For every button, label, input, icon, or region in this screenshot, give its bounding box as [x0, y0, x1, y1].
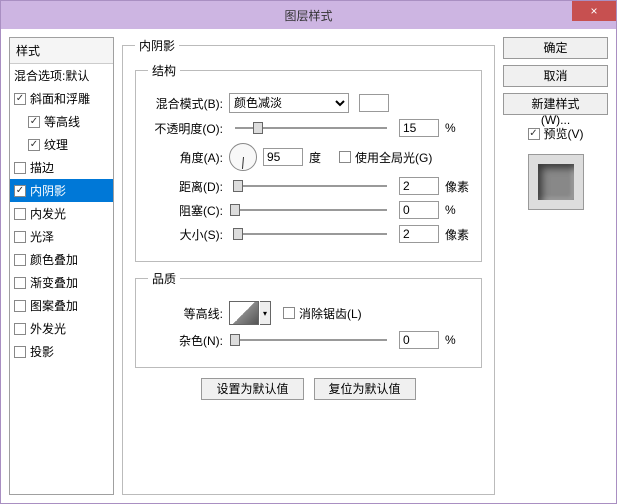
sidebar-item-label: 渐变叠加 — [30, 274, 78, 291]
contour-picker[interactable] — [229, 301, 259, 325]
color-swatch[interactable] — [359, 94, 389, 112]
sidebar-item[interactable]: 内发光 — [10, 202, 113, 225]
sidebar-item[interactable]: 渐变叠加 — [10, 271, 113, 294]
distance-input[interactable] — [399, 177, 439, 195]
right-column: 确定 取消 新建样式(W)... ✓ 预览(V) — [503, 37, 608, 495]
sidebar-item-label: 内发光 — [30, 205, 66, 222]
preview-label: 预览(V) — [544, 125, 584, 142]
size-unit: 像素 — [445, 226, 469, 243]
sidebar-item[interactable]: 光泽 — [10, 225, 113, 248]
sidebar-item[interactable]: 描边 — [10, 156, 113, 179]
noise-label: 杂色(N): — [148, 332, 223, 349]
checkbox-icon — [14, 346, 26, 358]
checkbox-icon — [14, 208, 26, 220]
checkbox-icon — [14, 300, 26, 312]
checkbox-icon — [14, 254, 26, 266]
opacity-unit: % — [445, 121, 469, 135]
inner-shadow-panel: 内阴影 结构 混合模式(B): 颜色减淡 不透明度(O): — [122, 37, 495, 495]
sidebar-item[interactable]: 图案叠加 — [10, 294, 113, 317]
new-style-button[interactable]: 新建样式(W)... — [503, 93, 608, 115]
antialias-checkbox[interactable]: 消除锯齿(L) — [283, 305, 362, 322]
sidebar-item-blend-options[interactable]: 混合选项:默认 — [10, 64, 113, 87]
size-slider[interactable] — [235, 226, 387, 242]
main-panel: 内阴影 结构 混合模式(B): 颜色减淡 不透明度(O): — [122, 37, 495, 495]
global-light-label: 使用全局光(G) — [355, 149, 432, 166]
sidebar-item-label: 光泽 — [30, 228, 54, 245]
checkbox-icon — [14, 277, 26, 289]
style-list-header: 样式 — [10, 38, 113, 64]
sidebar-item-label: 等高线 — [44, 113, 80, 130]
sidebar-item-label: 描边 — [30, 159, 54, 176]
sidebar-item-label: 外发光 — [30, 320, 66, 337]
ok-button[interactable]: 确定 — [503, 37, 608, 59]
checkbox-icon — [14, 162, 26, 174]
structure-group: 结构 混合模式(B): 颜色减淡 不透明度(O): — [135, 62, 482, 262]
angle-dial[interactable] — [229, 143, 257, 171]
sidebar-item[interactable]: 投影 — [10, 340, 113, 363]
distance-unit: 像素 — [445, 178, 469, 195]
sidebar-item[interactable]: ✓ 斜面和浮雕 — [10, 87, 113, 110]
noise-unit: % — [445, 333, 469, 347]
angle-label: 角度(A): — [148, 149, 223, 166]
opacity-input[interactable] — [399, 119, 439, 137]
chevron-down-icon[interactable]: ▾ — [260, 301, 271, 325]
spread-label: 阻塞(C): — [148, 202, 223, 219]
close-button[interactable]: × — [572, 1, 616, 21]
distance-label: 距离(D): — [148, 178, 223, 195]
size-input[interactable] — [399, 225, 439, 243]
structure-legend: 结构 — [148, 62, 180, 79]
contour-label: 等高线: — [148, 305, 223, 322]
close-icon: × — [590, 4, 597, 18]
size-label: 大小(S): — [148, 226, 223, 243]
spread-slider[interactable] — [235, 202, 387, 218]
titlebar: 图层样式 × — [1, 1, 616, 29]
checkbox-icon — [14, 323, 26, 335]
preview-checkbox[interactable]: ✓ 预览(V) — [528, 125, 584, 142]
quality-group: 品质 等高线: ▾ 消除锯齿(L) — [135, 270, 482, 368]
noise-slider[interactable] — [235, 332, 387, 348]
sidebar-item-label: 图案叠加 — [30, 297, 78, 314]
angle-input[interactable] — [263, 148, 303, 166]
sidebar-item-label: 颜色叠加 — [30, 251, 78, 268]
panel-title: 内阴影 — [135, 37, 179, 54]
sidebar-item[interactable]: ✓ 纹理 — [10, 133, 113, 156]
blend-mode-label: 混合模式(B): — [148, 95, 223, 112]
sidebar-item[interactable]: ✓ 等高线 — [10, 110, 113, 133]
sidebar-item-label: 混合选项:默认 — [14, 67, 89, 84]
preview-inner — [538, 164, 574, 200]
sidebar-item[interactable]: ✓ 内阴影 — [10, 179, 113, 202]
reset-default-button[interactable]: 复位为默认值 — [314, 378, 416, 400]
global-light-checkbox[interactable]: 使用全局光(G) — [339, 149, 432, 166]
sidebar-item[interactable]: 外发光 — [10, 317, 113, 340]
checkbox-icon — [339, 151, 351, 163]
checkbox-icon: ✓ — [28, 139, 40, 151]
checkbox-icon: ✓ — [14, 185, 26, 197]
checkbox-icon: ✓ — [28, 116, 40, 128]
sidebar-item[interactable]: 颜色叠加 — [10, 248, 113, 271]
opacity-label: 不透明度(O): — [148, 120, 223, 137]
preview-thumbnail — [528, 154, 584, 210]
noise-input[interactable] — [399, 331, 439, 349]
window-title: 图层样式 — [284, 7, 332, 24]
sidebar-item-label: 纹理 — [44, 136, 68, 153]
layer-style-dialog: 图层样式 × 样式 混合选项:默认 ✓ 斜面和浮雕 ✓ 等高线 ✓ 纹理描边 ✓ 内阴影内发光… — [0, 0, 617, 504]
checkbox-icon: ✓ — [528, 128, 540, 140]
style-list: 样式 混合选项:默认 ✓ 斜面和浮雕 ✓ 等高线 ✓ 纹理描边 ✓ 内阴影内发光光泽颜色叠加渐… — [9, 37, 114, 495]
sidebar-item-label: 投影 — [30, 343, 54, 360]
checkbox-icon: ✓ — [14, 93, 26, 105]
angle-unit: 度 — [309, 149, 333, 166]
checkbox-icon — [283, 307, 295, 319]
quality-legend: 品质 — [148, 270, 180, 287]
cancel-button[interactable]: 取消 — [503, 65, 608, 87]
sidebar-item-label: 斜面和浮雕 — [30, 90, 90, 107]
checkbox-icon — [14, 231, 26, 243]
antialias-label: 消除锯齿(L) — [299, 305, 362, 322]
spread-input[interactable] — [399, 201, 439, 219]
spread-unit: % — [445, 203, 469, 217]
blend-mode-select[interactable]: 颜色减淡 — [229, 93, 349, 113]
sidebar-item-label: 内阴影 — [30, 182, 66, 199]
opacity-slider[interactable] — [235, 120, 387, 136]
distance-slider[interactable] — [235, 178, 387, 194]
set-default-button[interactable]: 设置为默认值 — [201, 378, 303, 400]
